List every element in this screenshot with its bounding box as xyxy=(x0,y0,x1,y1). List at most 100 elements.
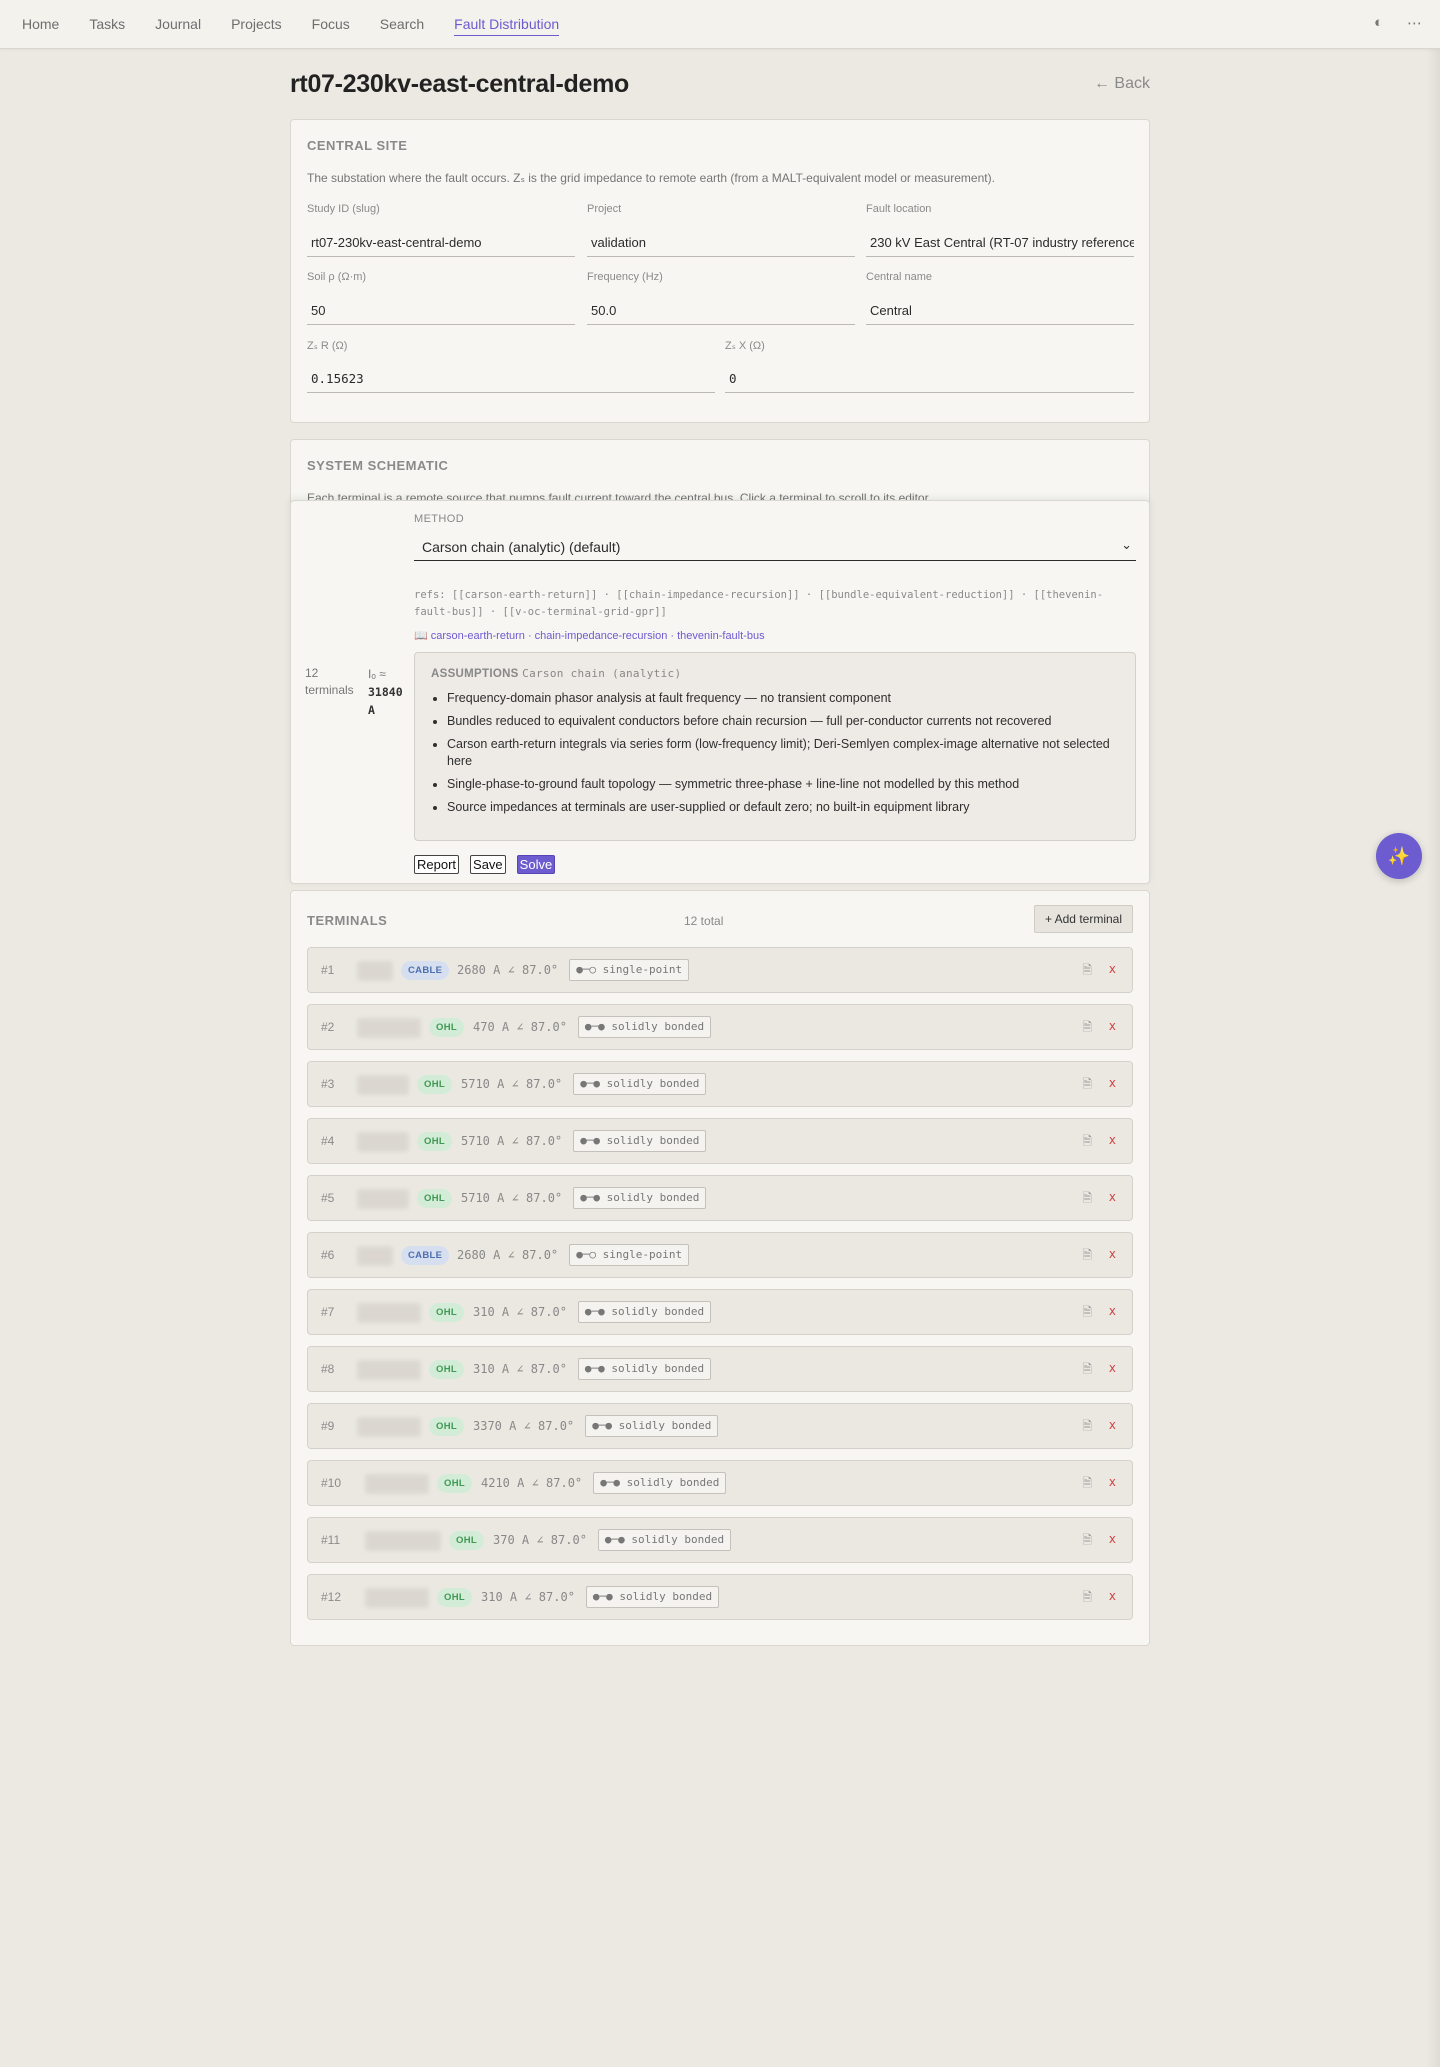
method-ref-links[interactable]: 📖 carson-earth-return · chain-impedance-… xyxy=(414,629,765,642)
terminal-bonding-chip[interactable]: ●─● solidly bonded xyxy=(573,1073,707,1095)
nav-projects[interactable]: Projects xyxy=(231,16,282,36)
terminal-name-redacted xyxy=(357,1075,409,1095)
terminal-row[interactable]: #11 OHL 370 A ∠ 87.0° ●─● solidly bonded 🗎 x xyxy=(307,1517,1133,1563)
nav-journal[interactable]: Journal xyxy=(155,16,201,36)
zs-r-input[interactable]: 0.15623 xyxy=(307,363,715,393)
nav-search[interactable]: Search xyxy=(380,16,424,36)
document-icon[interactable]: 🗎 xyxy=(1082,1531,1092,1552)
terminal-bonding-chip[interactable]: ●─● solidly bonded xyxy=(573,1187,707,1209)
terminal-current: 5710 A ∠ 87.0° xyxy=(461,1134,563,1148)
method-select[interactable]: Carson chain (analytic) (default) ⌄ xyxy=(414,531,1136,561)
central-name-field: Central name Central xyxy=(866,271,1134,325)
document-icon[interactable]: 🗎 xyxy=(1082,1018,1092,1039)
terminal-name-redacted xyxy=(357,961,393,981)
terminal-type-badge: OHL xyxy=(429,1360,464,1379)
delete-terminal-button[interactable]: x xyxy=(1109,1304,1116,1318)
terminal-current: 2680 A ∠ 87.0° xyxy=(457,963,559,977)
terminal-count: 12 terminals xyxy=(305,665,354,699)
terminal-bonding-chip[interactable]: ●─● solidly bonded xyxy=(577,1358,712,1380)
fault-location-label: Fault location xyxy=(866,203,932,215)
delete-terminal-button[interactable]: x xyxy=(1109,1190,1116,1204)
terminal-number: #7 xyxy=(321,1305,335,1319)
document-icon[interactable]: 🗎 xyxy=(1082,1588,1092,1609)
delete-terminal-button[interactable]: x xyxy=(1109,1247,1116,1261)
delete-terminal-button[interactable]: x xyxy=(1109,1019,1116,1033)
more-menu-icon[interactable]: ⋯ xyxy=(1407,14,1422,32)
delete-terminal-button[interactable]: x xyxy=(1109,962,1116,976)
document-icon[interactable]: 🗎 xyxy=(1082,1189,1092,1210)
add-terminal-button[interactable]: + Add terminal xyxy=(1033,905,1133,933)
terminal-row[interactable]: #6 CABLE 2680 A ∠ 87.0° ●─○ single-point 🗎 x xyxy=(307,1232,1133,1278)
terminal-bonding-chip[interactable]: ●─● solidly bonded xyxy=(585,1415,719,1437)
central-name-label: Central name xyxy=(866,271,933,283)
terminal-number: #4 xyxy=(321,1134,335,1148)
terminal-row[interactable]: #2 OHL 470 A ∠ 87.0° ●─● solidly bonded 🗎 x xyxy=(307,1004,1133,1050)
back-link[interactable]: ← Back xyxy=(1094,75,1150,93)
document-icon[interactable]: 🗎 xyxy=(1082,1417,1092,1438)
terminal-row[interactable]: #5 OHL 5710 A ∠ 87.0° ●─● solidly bonded 🗎 x xyxy=(307,1175,1133,1221)
terminal-bonding-chip[interactable]: ●─○ single-point xyxy=(569,1244,690,1266)
terminal-bonding-chip[interactable]: ●─● solidly bonded xyxy=(577,1301,712,1323)
terminal-bonding-chip[interactable]: ●─● solidly bonded xyxy=(585,1586,720,1608)
terminal-row[interactable]: #1 CABLE 2680 A ∠ 87.0° ●─○ single-point 🗎 x xyxy=(307,947,1133,993)
terminal-row[interactable]: #8 OHL 310 A ∠ 87.0° ●─● solidly bonded 🗎 x xyxy=(307,1346,1133,1392)
zs-x-input[interactable]: 0 xyxy=(725,363,1134,393)
terminal-current: 5710 A ∠ 87.0° xyxy=(461,1077,563,1091)
method-panel: 12 terminals Iₒ ≈ 31840 A METHOD Carson … xyxy=(290,500,1150,884)
nav-links: Home Tasks Journal Projects Focus Search… xyxy=(22,16,589,36)
terminal-bonding-chip[interactable]: ●─● solidly bonded xyxy=(577,1016,712,1038)
chevron-down-icon: ⌄ xyxy=(1121,537,1132,552)
nav-tasks[interactable]: Tasks xyxy=(89,16,125,36)
delete-terminal-button[interactable]: x xyxy=(1109,1076,1116,1090)
study-id-label: Study ID (slug) xyxy=(307,203,380,215)
terminal-bonding-chip[interactable]: ●─○ single-point xyxy=(569,959,690,981)
document-icon[interactable]: 🗎 xyxy=(1082,961,1092,982)
document-icon[interactable]: 🗎 xyxy=(1082,1303,1092,1324)
project-field: Project validation xyxy=(587,203,855,257)
terminal-row[interactable]: #4 OHL 5710 A ∠ 87.0° ●─● solidly bonded 🗎 x xyxy=(307,1118,1133,1164)
project-input[interactable]: validation xyxy=(587,227,855,257)
terminal-row[interactable]: #3 OHL 5710 A ∠ 87.0° ●─● solidly bonded 🗎 x xyxy=(307,1061,1133,1107)
terminal-bonding-chip[interactable]: ●─● solidly bonded xyxy=(573,1130,707,1152)
assumptions-method: Carson chain (analytic) xyxy=(522,667,682,680)
terminal-type-badge: OHL xyxy=(437,1588,472,1607)
delete-terminal-button[interactable]: x xyxy=(1109,1418,1116,1432)
soil-rho-label: Soil ρ (Ω·m) xyxy=(307,271,367,283)
delete-terminal-button[interactable]: x xyxy=(1109,1532,1116,1546)
document-icon[interactable]: 🗎 xyxy=(1082,1474,1092,1495)
frequency-input[interactable]: 50.0 xyxy=(587,295,855,325)
terminal-row[interactable]: #9 OHL 3370 A ∠ 87.0° ●─● solidly bonded 🗎 x xyxy=(307,1403,1133,1449)
nav-home[interactable]: Home xyxy=(22,16,59,36)
delete-terminal-button[interactable]: x xyxy=(1109,1133,1116,1147)
nav-focus[interactable]: Focus xyxy=(312,16,350,36)
delete-terminal-button[interactable]: x xyxy=(1109,1475,1116,1489)
terminal-bonding-chip[interactable]: ●─● solidly bonded xyxy=(597,1529,732,1551)
soil-rho-input[interactable]: 50 xyxy=(307,295,575,325)
terminal-row[interactable]: #7 OHL 310 A ∠ 87.0° ●─● solidly bonded 🗎 x xyxy=(307,1289,1133,1335)
document-icon[interactable]: 🗎 xyxy=(1082,1360,1092,1381)
terminal-name-redacted xyxy=(365,1474,429,1494)
terminal-row[interactable]: #10 OHL 4210 A ∠ 87.0° ●─● solidly bonded 🗎 x xyxy=(307,1460,1133,1506)
frequency-field: Frequency (Hz) 50.0 xyxy=(587,271,855,325)
theme-toggle-icon[interactable]: ◐ xyxy=(1374,14,1383,32)
fault-location-input[interactable]: 230 kV East Central (RT-07 industry refe… xyxy=(866,227,1134,257)
study-id-input[interactable]: rt07-230kv-east-central-demo xyxy=(307,227,575,257)
nav-fault-distribution[interactable]: Fault Distribution xyxy=(454,16,560,36)
terminal-current: 470 A ∠ 87.0° xyxy=(473,1020,567,1034)
terminal-row[interactable]: #12 OHL 310 A ∠ 87.0° ●─● solidly bonded 🗎 x xyxy=(307,1574,1133,1620)
central-name-input[interactable]: Central xyxy=(866,295,1134,325)
terminal-number: #5 xyxy=(321,1191,335,1205)
report-button[interactable]: Report xyxy=(414,855,460,874)
assistant-fab-icon[interactable]: ✨ xyxy=(1376,833,1422,879)
terminal-current: 2680 A ∠ 87.0° xyxy=(457,1248,559,1262)
fault-current-label: Iₒ ≈ xyxy=(368,667,386,681)
delete-terminal-button[interactable]: x xyxy=(1109,1589,1116,1603)
document-icon[interactable]: 🗎 xyxy=(1082,1132,1092,1153)
document-icon[interactable]: 🗎 xyxy=(1082,1075,1092,1096)
terminal-bonding-chip[interactable]: ●─● solidly bonded xyxy=(593,1472,727,1494)
assumptions-box: ASSUMPTIONS Carson chain (analytic) Freq… xyxy=(414,652,1136,841)
save-button[interactable]: Save xyxy=(470,855,506,874)
document-icon[interactable]: 🗎 xyxy=(1082,1246,1092,1267)
delete-terminal-button[interactable]: x xyxy=(1109,1361,1116,1375)
solve-button[interactable]: Solve xyxy=(516,855,556,874)
